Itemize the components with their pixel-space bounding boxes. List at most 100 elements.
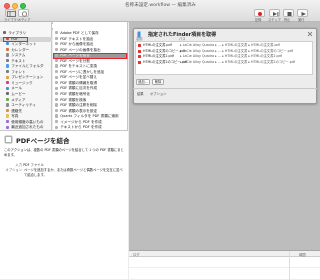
category-icon [3, 31, 7, 35]
option-label: オプション [5, 168, 22, 172]
category-icon [6, 108, 10, 113]
action-label: PDF 書類の情報を取得 [60, 80, 98, 85]
step-icon [272, 11, 278, 16]
action-label: PDF ページを分割 [60, 58, 90, 63]
action-label: Quartz フィルタを PDF 書類に適用 [60, 114, 119, 119]
category-icon [6, 97, 10, 101]
category-icon [6, 86, 10, 90]
category-icon [6, 64, 10, 68]
step-button[interactable] [269, 9, 280, 17]
pdf-icon [55, 47, 59, 52]
log-column-divider [289, 251, 290, 280]
add-button[interactable]: 追加... [136, 79, 150, 85]
record-icon [258, 11, 262, 16]
category-icon [6, 119, 10, 124]
category-icon [6, 92, 10, 96]
category-label: カレンダー [11, 47, 30, 52]
action-label: PDF をテキストに変換 [60, 64, 97, 69]
file-path: ▸ LaCie Alloy Quadra ▸ … ▸ HTMLの注文書 ▸ HT… [180, 59, 296, 64]
log-column-log: ログ [133, 252, 140, 257]
run-icon [301, 11, 306, 16]
action-label: PDF ページの画像を抽出 [60, 47, 101, 52]
category-label: テキスト [11, 58, 26, 63]
category-icon [6, 125, 10, 129]
pdf-file-icon [138, 49, 141, 53]
pdf-icon [55, 97, 59, 101]
option-value: ページを追加するか、または奇数ページと偶数ページを交互に並べて結合します。 [24, 168, 123, 177]
workflow-area: 指定されたFinder項目を取得 名前 パス HTMLの注文書.pdf ▸ LaC… [129, 22, 320, 250]
action-label: PDF 書類に目次を作成 [60, 86, 98, 91]
action-label: PDF テキストを抽出 [60, 36, 94, 41]
results-tab[interactable]: 結果 [137, 91, 144, 96]
pdf-icon [55, 103, 59, 107]
pdf-icon [55, 86, 59, 90]
file-table[interactable]: HTMLの注文書.pdf ▸ LaCie Alloy Quadra ▸ … ▸ H… [135, 41, 313, 75]
library-category-list: ライブラリ PDF インターネット カレンダー システム テキスト ファイルとフォルダ フォン… [0, 22, 52, 130]
card-divider [133, 88, 317, 89]
pdf-icon [55, 75, 59, 79]
media-button[interactable] [18, 9, 29, 17]
input-value: PDF ファイル [23, 163, 44, 167]
category-icon [6, 70, 10, 74]
action-title: PDFページを結合 [16, 137, 70, 145]
pdf-icon [55, 125, 59, 129]
pdf-action-icon [4, 135, 13, 144]
category-label: フォント [11, 69, 26, 74]
pdf-file-icon [138, 60, 141, 64]
pdf-file-icon [138, 55, 141, 59]
pdf-icon [55, 31, 59, 35]
log-column-time: 時間 [299, 252, 306, 257]
category-label: メディア [11, 97, 26, 102]
action-label: PDF 書類の注釈を削除 [60, 103, 98, 108]
category-icon [6, 75, 10, 79]
category-icon [6, 47, 10, 52]
action-label: PDF 書類を暗号化 [60, 92, 90, 97]
stop-button[interactable] [283, 9, 294, 17]
pdf-icon [55, 108, 59, 113]
remove-button[interactable]: 削除 [152, 79, 164, 85]
action-label: PDF ページを並べ替え [60, 75, 98, 80]
pdf-icon [55, 81, 59, 85]
category-label: 最近追加されたもの [11, 125, 44, 130]
title-bar: 名称未設定.workflow — 編集済み ライブラリ メディア 記録 ステップ… [0, 0, 320, 22]
category-icon [6, 42, 10, 46]
action-label: PDF 書類を検索 [60, 97, 87, 102]
log-pane: ログ 時間 [129, 250, 320, 280]
pdf-icon [55, 114, 59, 118]
category-label: ユーティリティ [11, 103, 36, 108]
options-tab[interactable]: オプション [150, 91, 166, 96]
category-label: メール [11, 86, 22, 91]
pdf-icon [55, 92, 59, 96]
run-button[interactable] [297, 9, 308, 17]
record-button[interactable] [254, 9, 265, 17]
action-list: Adobe PDF として保存 PDF テキストを抽出 PDF から画像を抽出 PDF… [53, 22, 128, 130]
log-row-divider [129, 267, 320, 268]
pdf-icon [55, 64, 59, 68]
category-label: プレゼンテーション [11, 75, 44, 80]
category-label: ムービー [11, 92, 26, 97]
stop-icon [287, 11, 291, 16]
category-icon [6, 103, 10, 107]
file-row[interactable]: HTMLの注文書2のコピー.pdf ▸ LaCie Alloy Quadra ▸ … [136, 60, 312, 66]
category-label: ライブラリ [8, 31, 27, 35]
category-icon [6, 58, 10, 63]
library-toggle-button[interactable] [5, 9, 16, 17]
category-label: インターネット [11, 42, 37, 47]
automator-window: 名称未設定.workflow — 編集済み ライブラリ メディア 記録 ステップ… [0, 0, 320, 280]
action-label: PDF ページに透かしを追加 [60, 69, 105, 74]
pdf-file-icon [138, 44, 141, 48]
category-icon [6, 114, 10, 118]
category-label: ファイルとフォルダ [11, 64, 44, 69]
action-label: Adobe PDF として保存 [60, 31, 99, 35]
pdf-icon [55, 70, 59, 74]
category-icon [6, 81, 10, 85]
pdf-icon [55, 119, 59, 124]
action-label: テキストから PDF を作成 [60, 125, 102, 130]
close-icon[interactable] [307, 31, 313, 37]
category-label: システム [11, 53, 26, 58]
action-description: このアクションは、複数の PDF 書類のページを結合して 1 つの PDF 書類… [4, 148, 124, 157]
pdf-icon [55, 58, 59, 63]
pdf-icon [55, 42, 59, 46]
media-icon [21, 10, 27, 17]
category-label: 写真 [11, 114, 19, 119]
